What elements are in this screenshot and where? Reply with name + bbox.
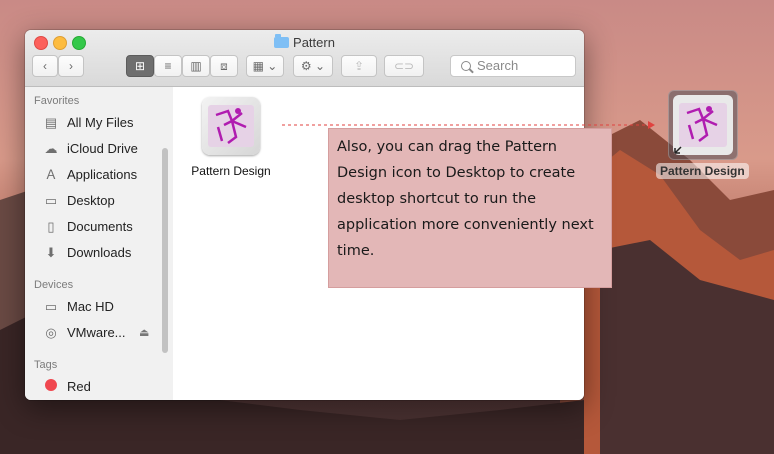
desktop-shortcut-label: Pattern Design	[656, 163, 749, 179]
desktop-shortcut-icon[interactable]	[668, 90, 738, 160]
instruction-note: Also, you can drag the Pattern Design ic…	[328, 128, 612, 288]
pattern-figure-icon	[673, 95, 733, 155]
instruction-note-text: Also, you can drag the Pattern Design ic…	[337, 139, 594, 259]
